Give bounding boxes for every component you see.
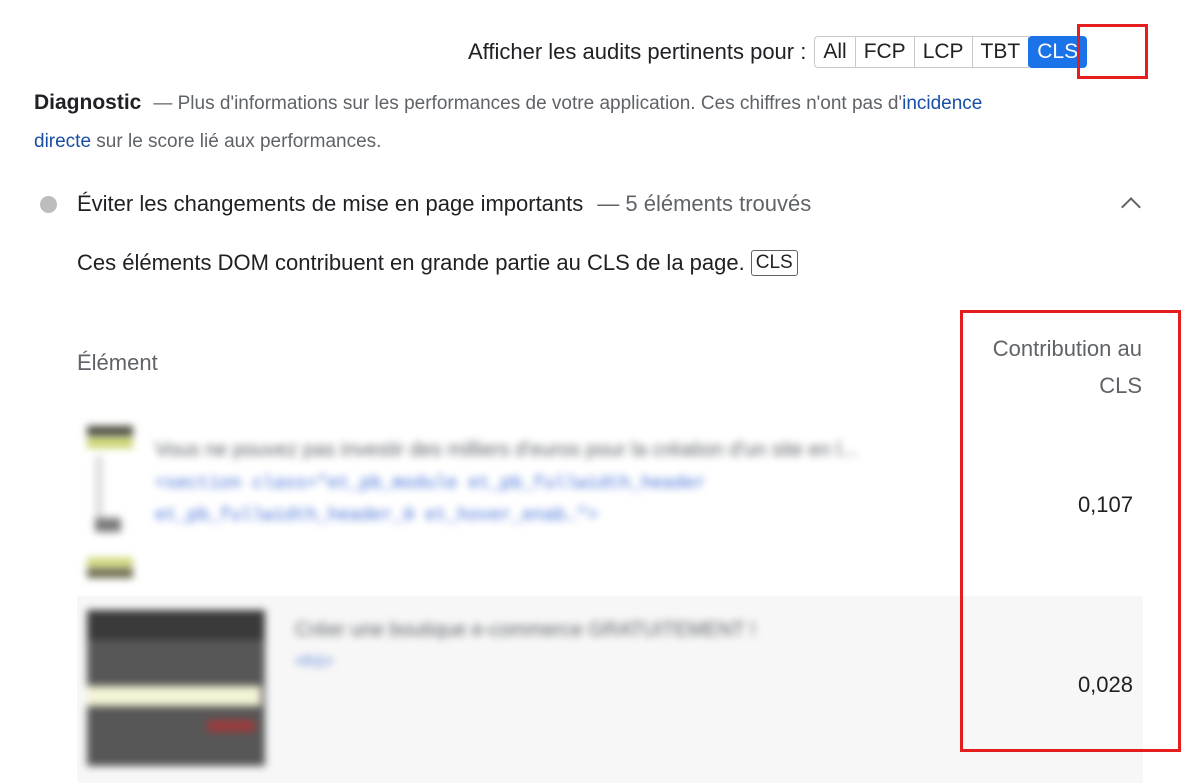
element-thumbnail bbox=[87, 426, 133, 584]
audit-header[interactable]: Éviter les changements de mise en page i… bbox=[40, 184, 1150, 224]
audit-description-text: Ces éléments DOM contribuent en grande p… bbox=[77, 250, 745, 275]
element-snippet[interactable]: Créer une boutique e-commerce GRATUITEME… bbox=[295, 614, 895, 678]
filter-tbt-button[interactable]: TBT bbox=[971, 36, 1030, 68]
element-thumbnail bbox=[87, 610, 265, 766]
filter-button-group: All FCP LCP TBT CLS bbox=[814, 36, 1088, 68]
audit-description: Ces éléments DOM contribuent en grande p… bbox=[77, 250, 798, 276]
diagnostic-section: Diagnostic — Plus d'informations sur les … bbox=[34, 84, 1044, 161]
filter-fcp-button[interactable]: FCP bbox=[854, 36, 915, 68]
snippet-code: <h1> bbox=[295, 653, 334, 671]
snippet-text: Créer une boutique e-commerce GRATUITEME… bbox=[295, 619, 756, 641]
audit-filter-bar: Afficher les audits pertinents pour : Al… bbox=[468, 34, 1088, 70]
cls-tag: CLS bbox=[750, 250, 798, 276]
cls-highlight-box bbox=[1077, 24, 1148, 79]
diagnostic-text: — Plus d'informations sur les performanc… bbox=[153, 93, 903, 114]
column-header-element: Élément bbox=[77, 350, 158, 375]
audit-count: — 5 éléments trouvés bbox=[597, 191, 812, 216]
filter-label: Afficher les audits pertinents pour : bbox=[468, 39, 807, 64]
contribution-highlight-box bbox=[960, 310, 1181, 752]
filter-lcp-button[interactable]: LCP bbox=[913, 36, 973, 68]
filter-all-button[interactable]: All bbox=[814, 36, 856, 68]
audit-title: Éviter les changements de mise en page i… bbox=[77, 191, 584, 216]
audit-status-dot bbox=[40, 195, 57, 213]
diagnostic-title: Diagnostic bbox=[34, 91, 142, 114]
snippet-text: Vous ne pouvez pas investir des milliers… bbox=[155, 439, 858, 461]
diagnostic-text-end: sur le score lié aux performances. bbox=[91, 131, 382, 152]
snippet-code: <section class="et_pb_module et_pb_fullw… bbox=[155, 474, 706, 526]
chevron-up-icon[interactable] bbox=[1121, 197, 1141, 217]
element-snippet[interactable]: Vous ne pouvez pas investir des milliers… bbox=[155, 432, 925, 532]
